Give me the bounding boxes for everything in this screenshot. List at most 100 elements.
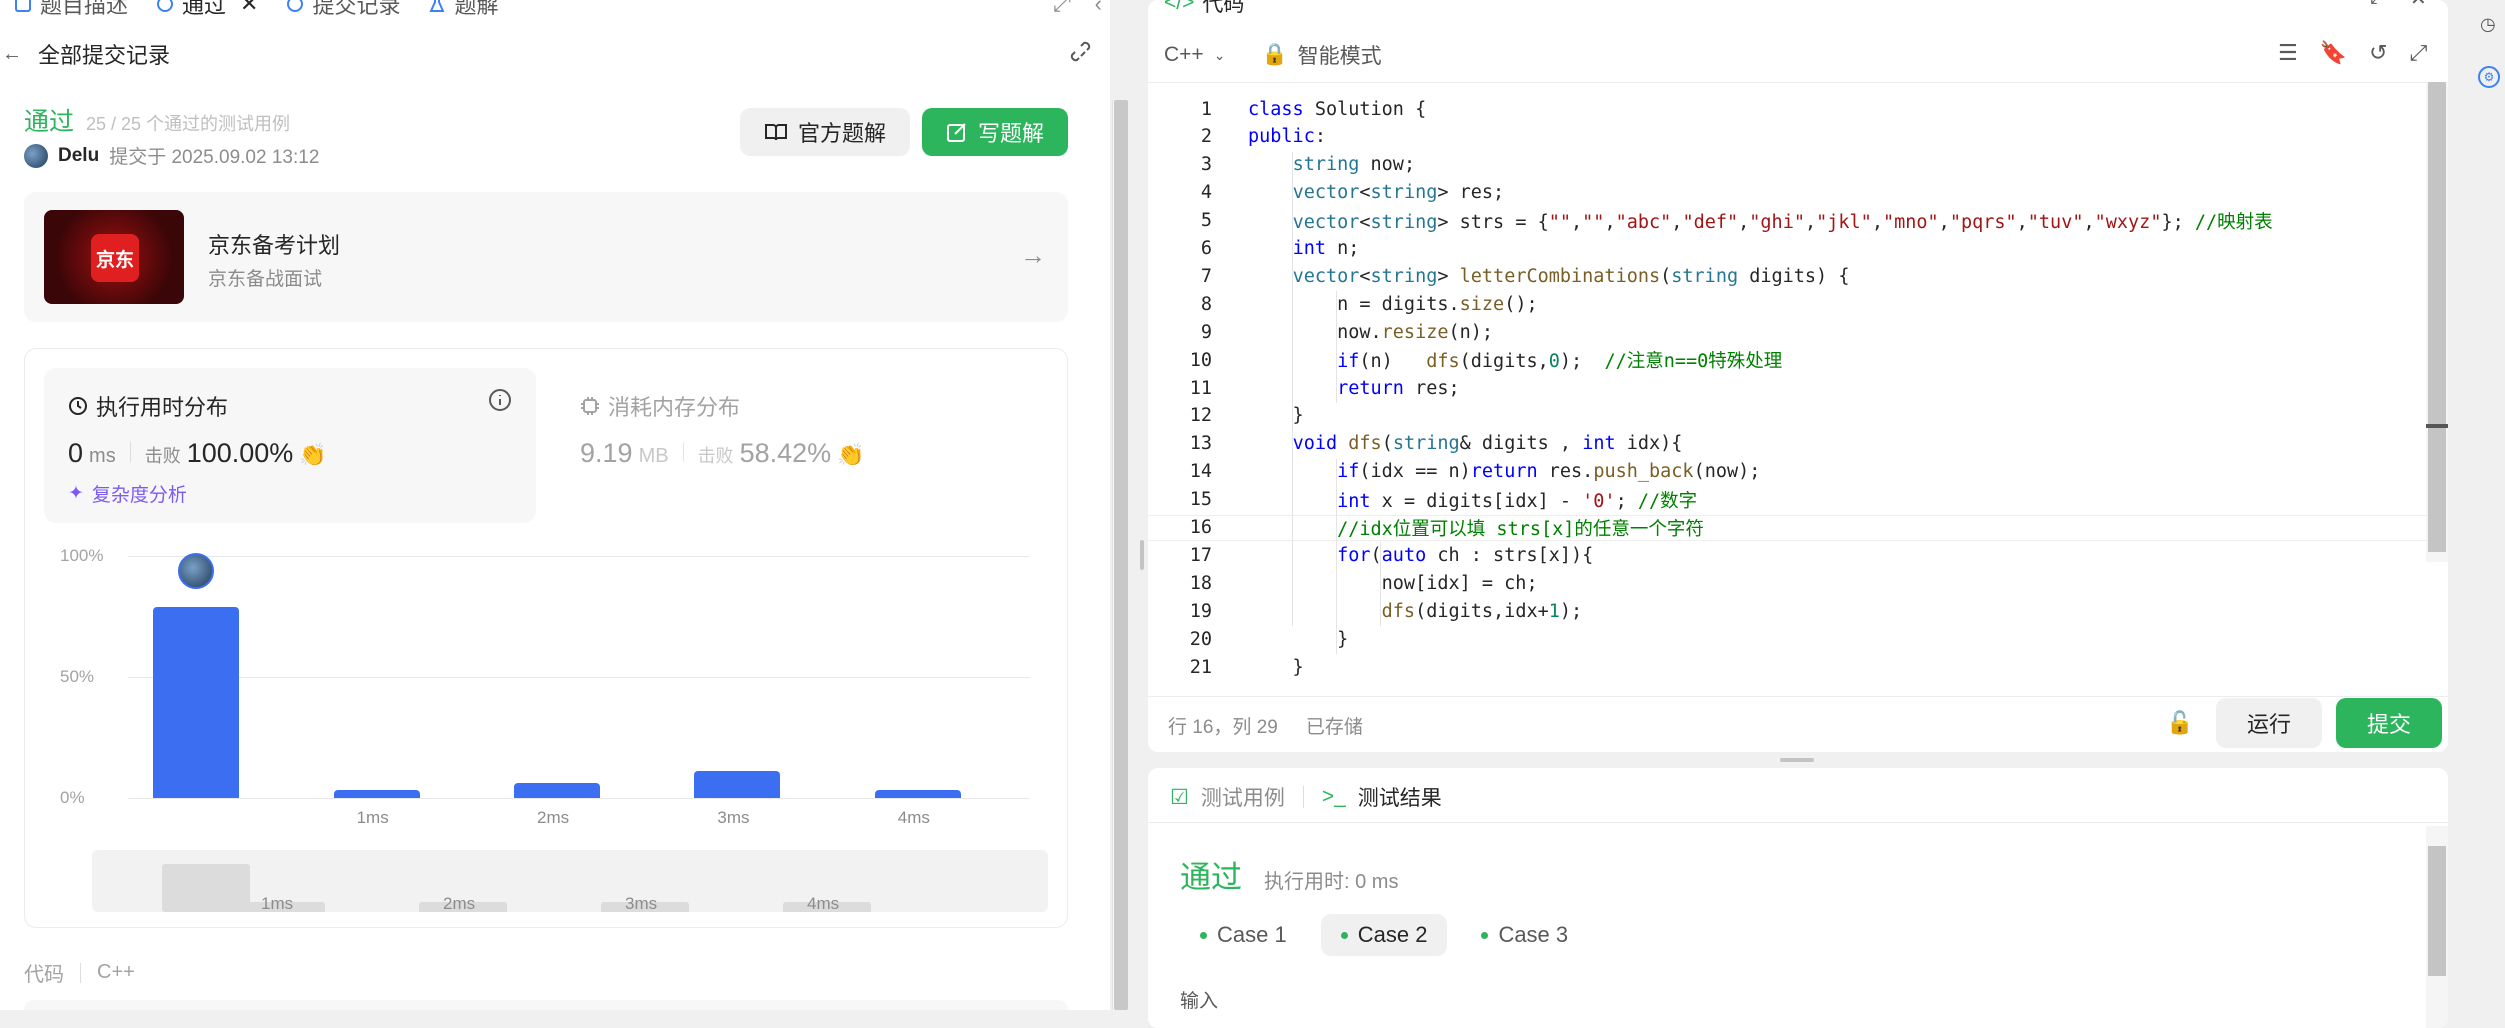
indent-guide	[1336, 458, 1337, 654]
tab-accepted[interactable]: 通过 ✕	[142, 0, 272, 20]
gridline	[128, 798, 1030, 799]
code-line[interactable]: 11 return res;	[1148, 375, 2426, 401]
clap-icon: 👏	[299, 442, 327, 467]
left-scrollbar[interactable]	[1112, 100, 1128, 1010]
code-line[interactable]: 8 n = digits.size();	[1148, 291, 2426, 317]
code-line[interactable]: 4 vector<string> res;	[1148, 180, 2426, 206]
code-line[interactable]: 12 }	[1148, 403, 2426, 429]
timer-icon[interactable]: ◷	[2480, 14, 2496, 35]
code-line[interactable]: 5 vector<string> strs = {"","","abc","de…	[1148, 208, 2426, 234]
fullscreen-icon[interactable]: ⤢	[2410, 40, 2428, 66]
close-icon[interactable]: ✕	[240, 0, 258, 17]
mini-tick-label: 3ms	[625, 894, 658, 912]
line-number: 1	[1200, 98, 1212, 120]
left-scrollbar-thumb[interactable]	[1114, 100, 1128, 1010]
splitter-handle[interactable]	[1140, 540, 1144, 570]
code-line[interactable]: 10 if(n) dfs(digits,0); //注意n==0特殊处理	[1148, 347, 2426, 373]
line-number: 19	[1189, 600, 1212, 622]
runtime-bar[interactable]	[514, 783, 600, 798]
case-tab-1[interactable]: Case 1	[1180, 914, 1307, 956]
code-line[interactable]: 21 }	[1148, 654, 2426, 680]
line-number: 4	[1200, 182, 1212, 204]
sparkle-icon: ✦	[68, 483, 84, 504]
promo-card[interactable]: 京东 京东备考计划 京东备战面试 →	[24, 192, 1068, 322]
runtime-card[interactable]: 执行用时分布 0 ms 击败 100.00% 👏 ✦ 复杂度分析	[44, 368, 536, 523]
run-label: 运行	[2246, 712, 2291, 737]
runtime-bar[interactable]	[153, 606, 240, 798]
code-text: vector<string> letterCombinations(string…	[1292, 265, 1850, 287]
runtime-value: 0	[68, 438, 84, 468]
code-line[interactable]: 19 dfs(digits,idx+1);	[1148, 598, 2426, 624]
editor-scrollbar[interactable]	[2426, 82, 2448, 562]
run-button[interactable]: 运行	[2216, 698, 2322, 748]
code-text: vector<string> res;	[1292, 182, 1505, 204]
submit-button[interactable]: 提交	[2336, 698, 2442, 748]
reset-icon[interactable]: ↺	[2369, 40, 2387, 66]
complexity-link[interactable]: ✦ 复杂度分析	[68, 480, 187, 507]
back-arrow-icon[interactable]: ←	[2, 43, 22, 66]
editor-scrollbar-thumb[interactable]	[2428, 82, 2446, 552]
collapse-icon[interactable]: ‹	[1095, 0, 1102, 17]
close-icon[interactable]: ✕	[2410, 0, 2427, 11]
maximize-icon[interactable]: ⤢	[1053, 0, 1071, 17]
runtime-chart: 100% 50% 0% 1ms 2ms 3ms 4ms	[40, 540, 1060, 840]
smart-mode-label[interactable]: 智能模式	[1298, 40, 1382, 70]
code-line[interactable]: 15 int x = digits[idx] - '0'; //数字	[1148, 487, 2426, 513]
vertical-splitter[interactable]	[1110, 0, 1148, 1010]
code-line[interactable]: 9 now.resize(n);	[1148, 319, 2426, 345]
code-line[interactable]: 6 int n;	[1148, 236, 2426, 262]
line-number: 2	[1200, 126, 1212, 148]
link-icon[interactable]	[1070, 41, 1096, 67]
chevron-down-icon[interactable]: ⌄	[1214, 47, 1226, 64]
tab-description-label: 题目描述	[40, 0, 129, 18]
tab-description[interactable]: 题目描述	[0, 0, 142, 20]
avatar[interactable]	[24, 143, 48, 168]
result-scrollbar[interactable]	[2426, 826, 2448, 1028]
code-line[interactable]: 16 //idx位置可以填 strs[x]的任意一个字符	[1148, 514, 2426, 541]
memory-card[interactable]: 消耗内存分布 9.19 MB 击败 58.42% 👏	[560, 368, 1060, 523]
result-scrollbar-thumb[interactable]	[2428, 846, 2446, 976]
range-selector[interactable]: 1ms 2ms 3ms 4ms	[92, 850, 1048, 912]
runtime-bar[interactable]	[333, 790, 420, 798]
bookmark-icon[interactable]: 🔖	[2320, 40, 2347, 66]
x-tick-label: 2ms	[537, 808, 570, 827]
code-line[interactable]: 14 if(idx == n)return res.push_back(now)…	[1148, 459, 2426, 485]
code-line[interactable]: 2 public:	[1148, 124, 2426, 150]
code-line[interactable]: 13 void dfs(string& digits , int idx){	[1148, 431, 2426, 457]
official-solution-button[interactable]: 官方题解	[740, 108, 910, 156]
tab-solutions[interactable]: 题解	[414, 0, 512, 20]
username[interactable]: Delu	[58, 145, 99, 167]
lock-icon[interactable]: 🔓	[2166, 710, 2193, 736]
tab-result[interactable]: 测试结果	[1358, 782, 1442, 812]
format-icon[interactable]: ☰	[2278, 40, 2298, 66]
case-tab-3[interactable]: Case 3	[1461, 914, 1588, 956]
code-line[interactable]: 20 }	[1148, 626, 2426, 652]
all-submissions-link[interactable]: 全部提交记录	[38, 38, 170, 70]
info-icon[interactable]	[488, 388, 512, 412]
code-line[interactable]: 3 string now;	[1148, 152, 2426, 178]
write-solution-button[interactable]: 写题解	[922, 108, 1068, 156]
write-solution-label: 写题解	[977, 121, 1044, 146]
runtime-bar[interactable]	[694, 771, 781, 798]
tab-submissions[interactable]: 提交记录	[272, 0, 414, 20]
code-line[interactable]: 18 now[idx] = ch;	[1148, 570, 2426, 596]
tab-testcase[interactable]: 测试用例	[1201, 782, 1285, 812]
line-number: 5	[1200, 210, 1212, 232]
case-tab-2[interactable]: Case 2	[1320, 914, 1448, 956]
horizontal-splitter-handle[interactable]	[1780, 758, 1814, 762]
runtime-unit: ms	[89, 445, 116, 467]
runtime-bar[interactable]	[874, 790, 961, 798]
code-line[interactable]: 7 vector<string> letterCombinations(stri…	[1148, 263, 2426, 289]
editor-title: 代码	[1202, 0, 1245, 16]
code-text: public:	[1248, 126, 1326, 148]
y-tick-label: 50%	[60, 667, 95, 686]
maximize-icon[interactable]: ⤢	[2370, 0, 2386, 9]
language-select[interactable]: C++	[1164, 43, 1204, 67]
code-text: string now;	[1292, 154, 1416, 176]
arrow-right-icon: →	[1020, 240, 1046, 270]
code-area[interactable]: 1 class Solution { 2 public: 3 string now; 4 …	[1148, 92, 2426, 682]
ai-assistant-icon[interactable]: ⚙	[2478, 66, 2500, 88]
code-text: //idx位置可以填 strs[x]的任意一个字符	[1337, 518, 1704, 540]
code-line[interactable]: 17 for(auto ch : strs[x]){	[1148, 542, 2426, 568]
code-line[interactable]: 1 class Solution {	[1148, 96, 2426, 122]
